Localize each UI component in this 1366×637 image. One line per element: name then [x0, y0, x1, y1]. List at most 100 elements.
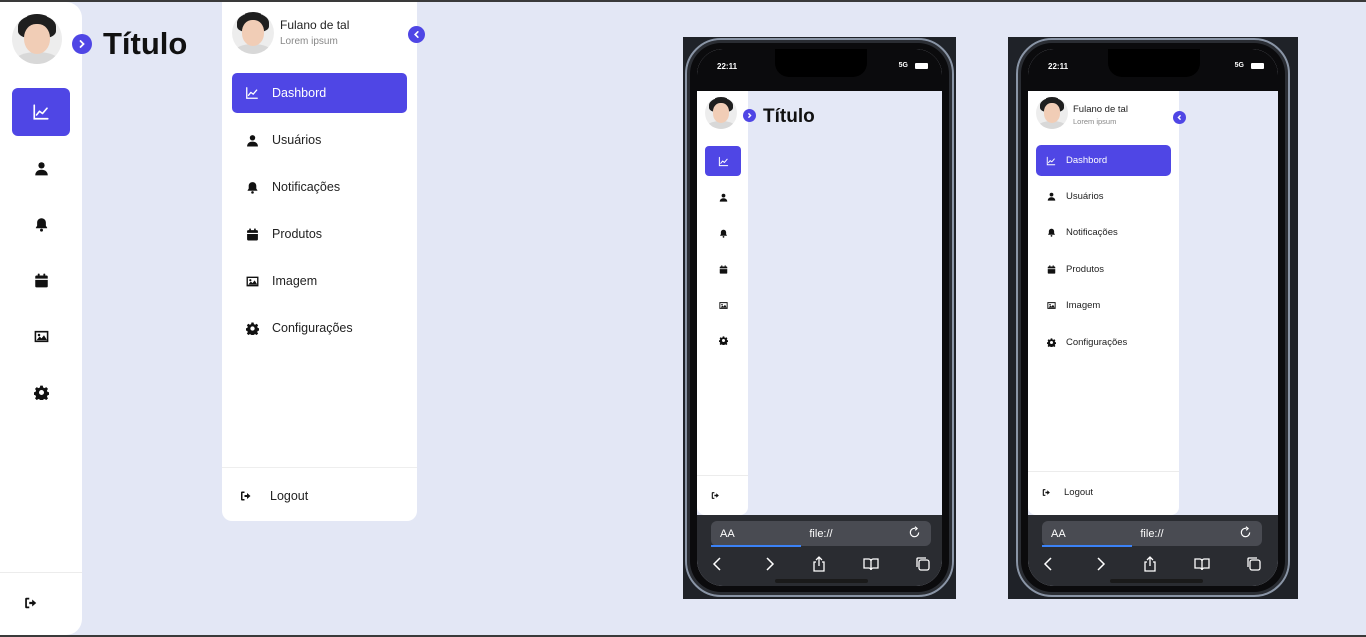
- mobile-expanded-sidebar: Fulano de tal Lorem ipsum Dashbord Usuár…: [1028, 91, 1179, 515]
- menu-item-dashboard[interactable]: Dashbord: [1036, 145, 1171, 176]
- forward-icon[interactable]: [1093, 556, 1107, 572]
- menu-item-settings[interactable]: Configurações: [1036, 327, 1171, 358]
- expanded-sidebar: Fulano de tal Lorem ipsum Dashbord Usuár…: [222, 2, 417, 521]
- chart-line-icon: [32, 103, 50, 121]
- forward-icon[interactable]: [762, 556, 776, 572]
- logout-button[interactable]: Logout: [1038, 483, 1128, 501]
- user-icon: [1047, 192, 1056, 201]
- sidebar-item-products[interactable]: [12, 256, 70, 304]
- sidebar-item-users[interactable]: [705, 182, 741, 212]
- menu-item-dashboard[interactable]: Dashbord: [232, 73, 407, 113]
- menu-item-label: Notificações: [272, 180, 341, 194]
- gear-icon: [246, 322, 259, 335]
- back-icon[interactable]: [1042, 556, 1056, 572]
- sidebar-item-settings[interactable]: [12, 368, 70, 416]
- menu-item-label: Configurações: [1066, 337, 1128, 348]
- status-time: 22:11: [1048, 62, 1069, 71]
- sidebar-item-settings[interactable]: [705, 325, 741, 355]
- user-icon: [246, 134, 259, 147]
- chart-line-icon: [718, 156, 729, 167]
- signal-label: 5G: [1234, 62, 1244, 69]
- bell-icon: [34, 217, 49, 232]
- image-icon: [34, 329, 49, 344]
- menu-item-products[interactable]: Produtos: [1036, 254, 1171, 285]
- reload-icon[interactable]: [1239, 526, 1252, 539]
- battery-icon: [1251, 63, 1264, 69]
- avatar[interactable]: [1036, 97, 1068, 129]
- sidebar-item-image[interactable]: [12, 312, 70, 360]
- status-bar: 22:11 5G: [1028, 49, 1278, 91]
- divider: [697, 475, 748, 476]
- chevron-left-icon: [414, 30, 419, 39]
- mobile-collapsed-sidebar: [697, 91, 748, 515]
- address-bar[interactable]: AA file://: [711, 521, 931, 546]
- page-load-progress: [1042, 545, 1132, 547]
- share-icon[interactable]: [1143, 556, 1157, 572]
- bookmarks-icon[interactable]: [1193, 556, 1210, 572]
- bookmarks-icon[interactable]: [862, 556, 879, 572]
- collapsed-sidebar: [0, 2, 82, 635]
- back-icon[interactable]: [711, 556, 725, 572]
- sidebar-item-image[interactable]: [705, 290, 741, 320]
- user-icon: [34, 161, 49, 176]
- menu-item-label: Notificações: [1066, 227, 1118, 238]
- tabs-icon[interactable]: [915, 556, 931, 572]
- browser-nav: [711, 556, 931, 574]
- browser-nav: [1042, 556, 1262, 574]
- gear-icon: [1047, 338, 1056, 347]
- menu-item-notifications[interactable]: Notificações: [232, 167, 407, 207]
- image-icon: [246, 275, 259, 288]
- logout-icon: [711, 491, 720, 500]
- page-load-progress: [711, 545, 801, 547]
- signal-label: 5G: [898, 62, 908, 69]
- collapse-sidebar-button[interactable]: [408, 26, 425, 43]
- share-icon[interactable]: [812, 556, 826, 572]
- menu-item-label: Produtos: [272, 227, 323, 241]
- chevron-right-icon: [79, 40, 85, 48]
- avatar[interactable]: [705, 97, 737, 129]
- menu-item-notifications[interactable]: Notificações: [1036, 217, 1171, 248]
- user-name: Fulano de tal: [280, 18, 350, 32]
- chevron-left-icon: [1177, 114, 1182, 121]
- expand-sidebar-button[interactable]: [72, 34, 92, 54]
- divider: [1028, 471, 1179, 472]
- gear-icon: [34, 385, 49, 400]
- menu-item-products[interactable]: Produtos: [232, 214, 407, 254]
- url-text: file://: [809, 527, 833, 540]
- sidebar-item-notifications[interactable]: [12, 200, 70, 248]
- expand-sidebar-button[interactable]: [743, 109, 756, 122]
- menu-item-settings[interactable]: Configurações: [232, 308, 407, 348]
- avatar[interactable]: [232, 12, 274, 54]
- menu-item-label: Usuários: [272, 133, 322, 147]
- menu-item-label: Imagem: [272, 274, 318, 288]
- chart-line-icon: [1046, 156, 1056, 166]
- logout-button[interactable]: Logout: [234, 484, 354, 508]
- page-title: Título: [763, 106, 815, 127]
- calendar-icon: [34, 273, 49, 288]
- battery-icon: [915, 63, 928, 69]
- sidebar-item-products[interactable]: [705, 254, 741, 284]
- bell-icon: [1047, 228, 1056, 237]
- browser-toolbar: AA file://: [697, 515, 942, 586]
- tabs-icon[interactable]: [1246, 556, 1262, 572]
- sidebar-item-dashboard[interactable]: [705, 146, 741, 176]
- sidebar-item-users[interactable]: [12, 144, 70, 192]
- divider: [222, 467, 417, 468]
- logout-button[interactable]: [705, 487, 725, 503]
- logout-button[interactable]: [20, 592, 42, 614]
- status-time: 22:11: [717, 62, 738, 71]
- bell-icon: [719, 229, 728, 238]
- collapse-sidebar-button[interactable]: [1173, 111, 1186, 124]
- menu-item-image[interactable]: Imagem: [232, 261, 407, 301]
- menu-item-label: Configurações: [272, 321, 353, 335]
- logout-label: Logout: [270, 489, 309, 503]
- menu-item-users[interactable]: Usuários: [1036, 181, 1171, 212]
- sidebar-item-notifications[interactable]: [705, 218, 741, 248]
- address-bar[interactable]: AA file://: [1042, 521, 1262, 546]
- sidebar-item-dashboard[interactable]: [12, 88, 70, 136]
- reload-icon[interactable]: [908, 526, 921, 539]
- menu-item-users[interactable]: Usuários: [232, 120, 407, 160]
- image-icon: [1047, 301, 1056, 310]
- avatar[interactable]: [12, 14, 62, 64]
- menu-item-image[interactable]: Imagem: [1036, 290, 1171, 321]
